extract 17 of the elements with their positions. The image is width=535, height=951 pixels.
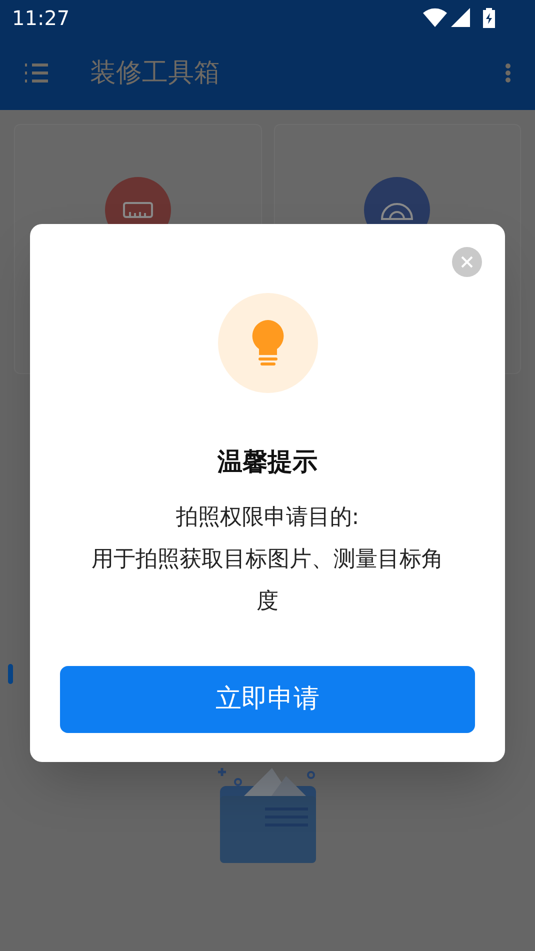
- dialog-message: 用于拍照获取目标图片、测量目标角度: [90, 546, 444, 616]
- wifi-icon: [423, 8, 447, 28]
- ruler-icon: [122, 202, 153, 218]
- section-marker: [8, 664, 13, 684]
- status-time: 11:27: [12, 5, 70, 32]
- close-button[interactable]: [452, 247, 482, 277]
- menu-icon[interactable]: [24, 62, 48, 84]
- dialog-title: 温馨提示: [218, 446, 318, 478]
- more-icon[interactable]: [505, 63, 511, 83]
- dialog-message: 拍照权限申请目的:: [174, 504, 360, 532]
- close-icon: [461, 256, 473, 268]
- apply-button[interactable]: 立即申请: [60, 666, 475, 733]
- lightbulb-icon: [250, 319, 284, 367]
- battery-icon: [483, 8, 495, 28]
- app-title: 装修工具箱: [90, 56, 220, 90]
- signal-icon: [451, 8, 471, 28]
- protractor-icon: [380, 200, 414, 220]
